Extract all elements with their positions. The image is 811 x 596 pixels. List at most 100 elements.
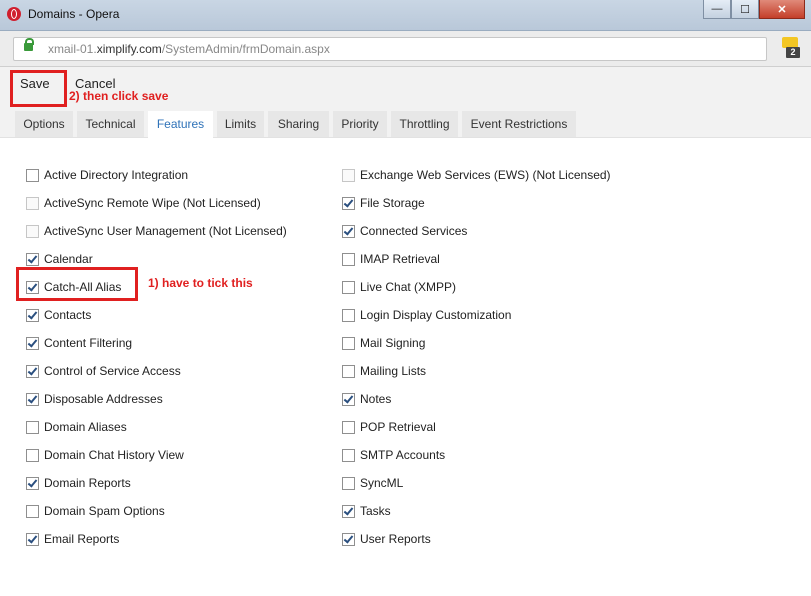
feature-label: Domain Reports	[44, 476, 131, 490]
lock-icon	[24, 38, 34, 51]
feature-checkbox-domain-chat-history-view[interactable]	[26, 448, 39, 462]
feature-checkbox-connected-services[interactable]	[342, 224, 355, 238]
feature-item-domain-aliases[interactable]: Domain Aliases	[26, 417, 127, 437]
feature-item-mailing-lists[interactable]: Mailing Lists	[342, 361, 426, 381]
url-text: xmail-01.ximplify.com/SystemAdmin/frmDom…	[48, 42, 330, 56]
feature-item-exchange-web-services-ews-not-licensed[interactable]: Exchange Web Services (EWS) (Not License…	[342, 165, 611, 185]
feature-item-activesync-remote-wipe-not-licensed[interactable]: ActiveSync Remote Wipe (Not Licensed)	[26, 193, 261, 213]
opera-logo-icon	[7, 7, 21, 21]
feature-label: Domain Chat History View	[44, 448, 184, 462]
close-button[interactable]: ✕	[759, 0, 805, 19]
feature-item-smtp-accounts[interactable]: SMTP Accounts	[342, 445, 445, 465]
window-title: Domains - Opera	[28, 7, 120, 21]
feature-item-domain-spam-options[interactable]: Domain Spam Options	[26, 501, 165, 521]
feature-label: Tasks	[360, 504, 391, 518]
feature-checkbox-syncml[interactable]	[342, 476, 355, 490]
feature-checkbox-file-storage[interactable]	[342, 196, 355, 210]
feature-label: Contacts	[44, 308, 92, 322]
feature-item-active-directory-integration[interactable]: Active Directory Integration	[26, 165, 188, 185]
tab-priority[interactable]: Priority	[333, 111, 387, 137]
feature-checkbox-activesync-remote-wipe-not-licensed	[26, 196, 39, 210]
feature-checkbox-contacts[interactable]	[26, 308, 39, 322]
save-annotation: 2) then click save	[69, 89, 169, 103]
feature-item-control-of-service-access[interactable]: Control of Service Access	[26, 361, 181, 381]
feature-label: User Reports	[360, 532, 431, 546]
feature-checkbox-disposable-addresses[interactable]	[26, 392, 39, 406]
url-path: /SystemAdmin/frmDomain.aspx	[161, 42, 330, 56]
feature-label: ActiveSync Remote Wipe (Not Licensed)	[44, 196, 261, 210]
feature-label: Calendar	[44, 252, 93, 266]
tab-strip: Options Technical Features Limits Sharin…	[0, 107, 811, 138]
feature-checkbox-control-of-service-access[interactable]	[26, 364, 39, 378]
feature-item-syncml[interactable]: SyncML	[342, 473, 403, 493]
feature-item-login-display-customization[interactable]: Login Display Customization	[342, 305, 511, 325]
feature-item-connected-services[interactable]: Connected Services	[342, 221, 467, 241]
feature-label: File Storage	[360, 196, 425, 210]
feature-label: Disposable Addresses	[44, 392, 163, 406]
tab-event-restrictions[interactable]: Event Restrictions	[462, 111, 576, 137]
feature-label: Domain Spam Options	[44, 504, 165, 518]
feature-label: Content Filtering	[44, 336, 133, 350]
feature-checkbox-login-display-customization[interactable]	[342, 308, 355, 322]
feature-item-activesync-user-management-not-licensed[interactable]: ActiveSync User Management (Not Licensed…	[26, 221, 287, 241]
feature-label: Exchange Web Services (EWS) (Not License…	[360, 168, 611, 182]
feature-checkbox-user-reports[interactable]	[342, 532, 355, 546]
feature-item-domain-chat-history-view[interactable]: Domain Chat History View	[26, 445, 184, 465]
feature-checkbox-pop-retrieval[interactable]	[342, 420, 355, 434]
tab-throttling[interactable]: Throttling	[391, 111, 458, 137]
feature-item-content-filtering[interactable]: Content Filtering	[26, 333, 132, 353]
feature-item-disposable-addresses[interactable]: Disposable Addresses	[26, 389, 163, 409]
feature-checkbox-content-filtering[interactable]	[26, 336, 39, 350]
feature-checkbox-domain-spam-options[interactable]	[26, 504, 39, 518]
feature-label: ActiveSync User Management (Not Licensed…	[44, 224, 287, 238]
feature-item-pop-retrieval[interactable]: POP Retrieval	[342, 417, 436, 437]
feature-checkbox-mail-signing[interactable]	[342, 336, 355, 350]
feature-item-tasks[interactable]: Tasks	[342, 501, 391, 521]
page-content: Save Cancel 2) then click save Options T…	[0, 67, 811, 596]
feature-item-file-storage[interactable]: File Storage	[342, 193, 425, 213]
feature-checkbox-exchange-web-services-ews-not-licensed	[342, 168, 355, 182]
tab-sharing[interactable]: Sharing	[268, 111, 329, 137]
tab-limits[interactable]: Limits	[217, 111, 264, 137]
feature-checkbox-calendar[interactable]	[26, 252, 39, 266]
feature-label: IMAP Retrieval	[360, 252, 440, 266]
feature-checkbox-smtp-accounts[interactable]	[342, 448, 355, 462]
catch-all-highlight-box	[16, 267, 138, 301]
window-controls: — ☐ ✕	[703, 0, 805, 20]
tab-options[interactable]: Options	[15, 111, 73, 137]
address-bar: xmail-01.ximplify.com/SystemAdmin/frmDom…	[0, 31, 811, 67]
feature-checkbox-notes[interactable]	[342, 392, 355, 406]
feature-checkbox-domain-reports[interactable]	[26, 476, 39, 490]
feature-label: Live Chat (XMPP)	[360, 280, 457, 294]
feature-item-notes[interactable]: Notes	[342, 389, 391, 409]
tick-annotation: 1) have to tick this	[148, 276, 253, 290]
feature-checkbox-activesync-user-management-not-licensed	[26, 224, 39, 238]
feature-item-live-chat-xmpp[interactable]: Live Chat (XMPP)	[342, 277, 456, 297]
feature-checkbox-active-directory-integration[interactable]	[26, 168, 39, 182]
feature-checkbox-domain-aliases[interactable]	[26, 420, 39, 434]
url-host: xmail-01.	[48, 42, 97, 56]
feature-checkbox-imap-retrieval[interactable]	[342, 252, 355, 266]
tab-technical[interactable]: Technical	[77, 111, 144, 137]
url-field[interactable]: xmail-01.ximplify.com/SystemAdmin/frmDom…	[13, 37, 767, 61]
url-domain: ximplify.com	[96, 42, 162, 56]
feature-item-contacts[interactable]: Contacts	[26, 305, 91, 325]
feature-item-mail-signing[interactable]: Mail Signing	[342, 333, 425, 353]
feature-checkbox-live-chat-xmpp[interactable]	[342, 280, 355, 294]
extension-icon[interactable]: 2	[782, 37, 800, 58]
feature-item-domain-reports[interactable]: Domain Reports	[26, 473, 131, 493]
feature-checkbox-email-reports[interactable]	[26, 532, 39, 546]
tab-features[interactable]: Features	[148, 111, 213, 138]
feature-item-calendar[interactable]: Calendar	[26, 249, 93, 269]
feature-checkbox-tasks[interactable]	[342, 504, 355, 518]
feature-label: Domain Aliases	[44, 420, 127, 434]
minimize-button[interactable]: —	[703, 0, 731, 19]
feature-label: POP Retrieval	[360, 420, 436, 434]
maximize-button[interactable]: ☐	[731, 0, 759, 19]
feature-item-email-reports[interactable]: Email Reports	[26, 529, 119, 549]
feature-checkbox-mailing-lists[interactable]	[342, 364, 355, 378]
feature-item-imap-retrieval[interactable]: IMAP Retrieval	[342, 249, 440, 269]
feature-label: Control of Service Access	[44, 364, 181, 378]
feature-item-user-reports[interactable]: User Reports	[342, 529, 431, 549]
extension-badge: 2	[786, 47, 800, 58]
